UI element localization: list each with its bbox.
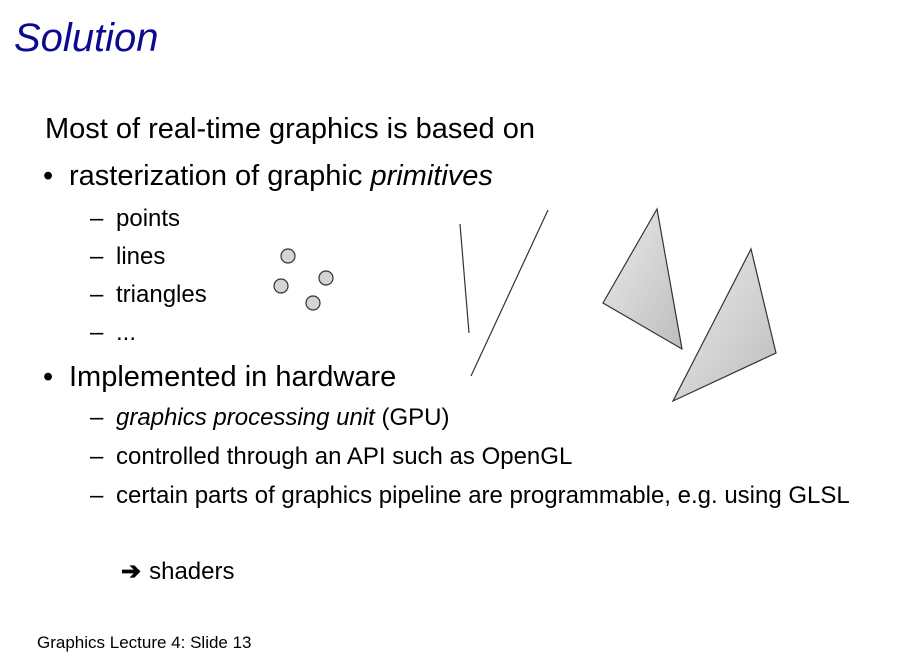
points-figure — [273, 248, 334, 311]
primitives-illustration — [273, 207, 777, 403]
point-4 — [305, 295, 321, 311]
triangle-2 — [671, 247, 777, 403]
point-3 — [273, 278, 289, 294]
point-1 — [280, 248, 296, 264]
line-1 — [459, 223, 470, 334]
triangles-figure — [602, 207, 777, 403]
lines-figure — [459, 209, 549, 377]
line-2 — [470, 209, 549, 377]
triangle-1 — [602, 207, 683, 351]
point-2 — [318, 270, 334, 286]
slide-footer: Graphics Lecture 4: Slide 13 — [37, 633, 252, 652]
slide: Solution Most of real-time graphics is b… — [0, 0, 913, 667]
